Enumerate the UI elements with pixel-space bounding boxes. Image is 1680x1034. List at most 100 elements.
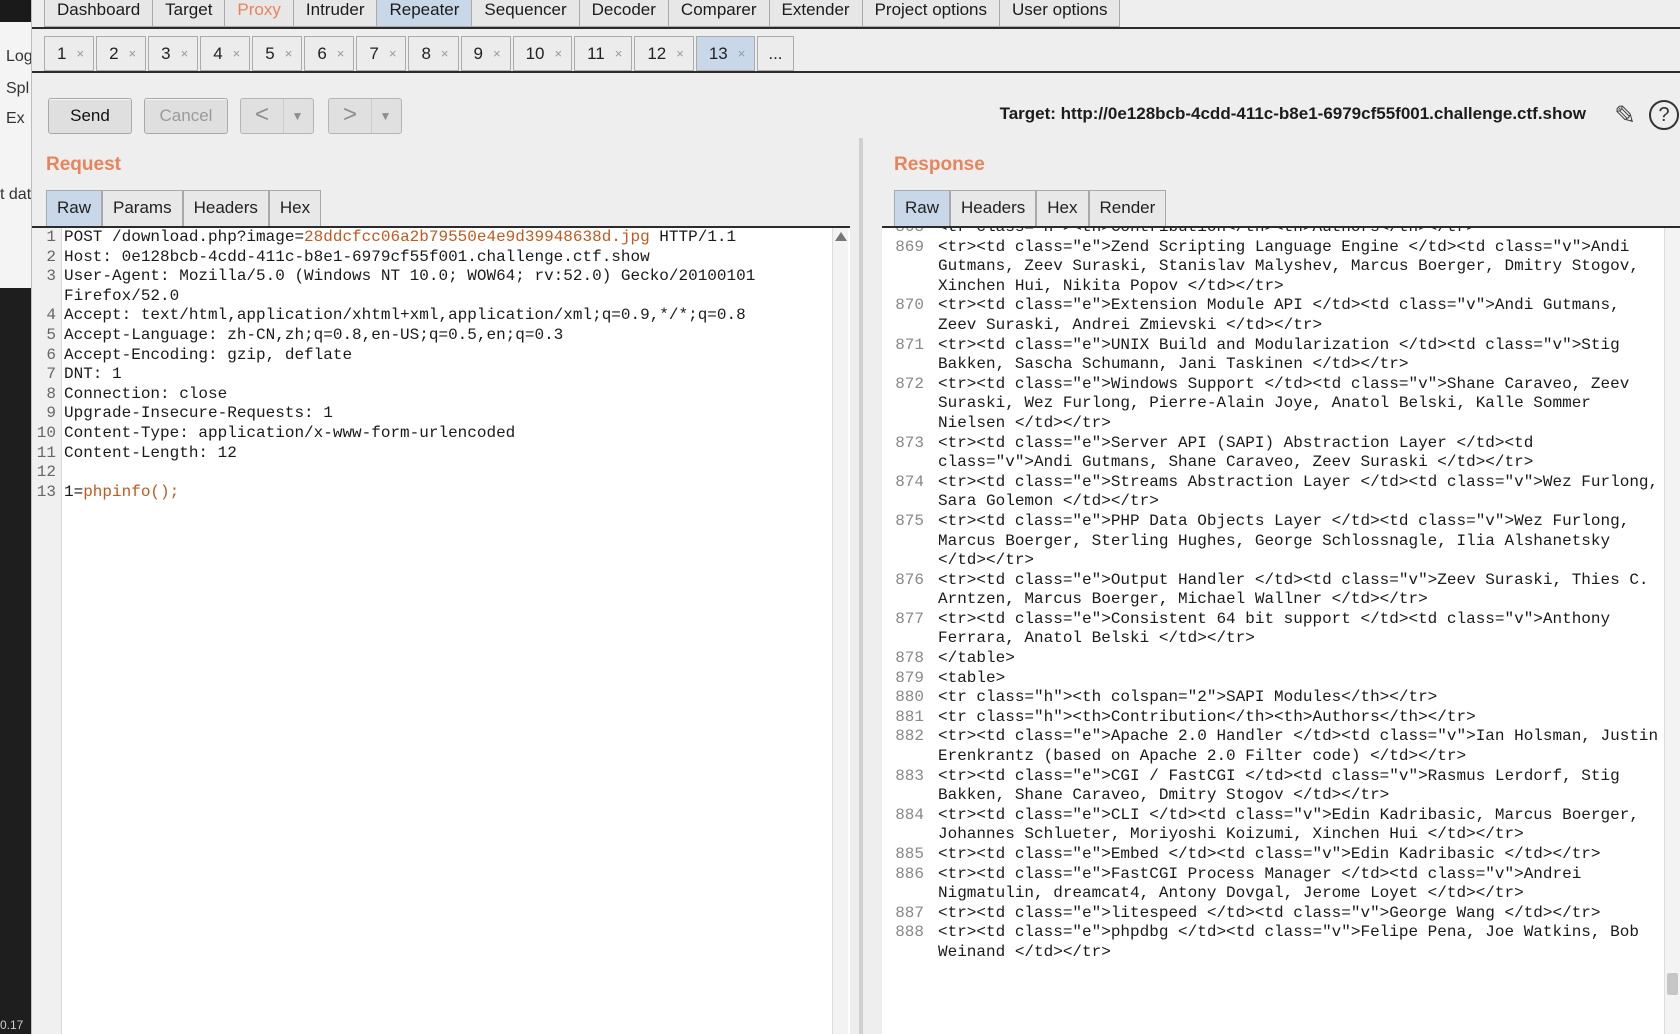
response-text[interactable]: 868<tr class="h"><th>Contribution</th><t… — [882, 228, 1662, 963]
request-editor[interactable]: 1 POST /download.php?image=28ddcfcc06a2b7… — [32, 228, 850, 1034]
request-tab-params[interactable]: Params — [102, 190, 183, 226]
line-text-plain: Accept: text/html,application/xhtml+xml,… — [64, 306, 746, 325]
close-tab-icon[interactable]: × — [615, 37, 623, 70]
repeater-tab-13[interactable]: 13 × — [695, 36, 756, 71]
line-number: 13 — [36, 482, 56, 501]
help-icon[interactable]: ? — [1649, 100, 1679, 130]
response-tab-hex[interactable]: Hex — [1036, 190, 1089, 226]
main-tab-user-options[interactable]: User options — [1000, 0, 1121, 27]
line-text: <tr><td class="e">phpdbg </td><td class=… — [938, 923, 1639, 961]
response-line: 869 <tr><td class="e">Zend Scripting Lang… — [882, 238, 1662, 297]
edit-target-pencil-icon[interactable]: ✎ — [1610, 100, 1640, 130]
main-tab-sequencer[interactable]: Sequencer — [472, 0, 580, 27]
split-pane-divider[interactable] — [859, 138, 863, 1034]
main-tab-comparer[interactable]: Comparer — [668, 0, 770, 27]
line-text-plain: User-Agent: Mozilla/5.0 (Windows NT 10.0… — [64, 267, 756, 286]
close-tab-icon[interactable]: × — [233, 37, 241, 70]
repeater-tab-3[interactable]: 3 × — [148, 36, 199, 71]
line-text-plain: Content-Length: 12 — [64, 443, 237, 462]
burp-app-window: Dashboard Target Proxy Intruder Repeater Sequ… — [32, 0, 1680, 1034]
history-forward-button[interactable]: > ▼ — [328, 98, 402, 134]
more-tabs-button[interactable]: ... — [757, 36, 794, 71]
repeater-tab-1[interactable]: 1 × — [44, 36, 95, 71]
request-text[interactable]: 1 POST /download.php?image=28ddcfcc06a2b7… — [32, 228, 822, 502]
close-tab-icon[interactable]: × — [554, 37, 562, 70]
send-button[interactable]: Send — [48, 98, 132, 134]
repeater-tab-10[interactable]: 10 × — [512, 36, 573, 71]
line-text: <tr class="h"><th>Contribution</th><th>A… — [938, 707, 1476, 726]
response-tab-headers[interactable]: Headers — [950, 190, 1037, 226]
line-number: 873 — [895, 433, 924, 452]
close-tab-icon[interactable]: × — [389, 37, 397, 70]
request-scrollbar[interactable] — [832, 228, 848, 1034]
cancel-button[interactable]: Cancel — [144, 98, 228, 134]
left-dark-region — [0, 288, 31, 1034]
line-number: 872 — [895, 374, 924, 393]
close-tab-icon[interactable]: × — [181, 37, 189, 70]
line-text: <tr class="h"><th colspan="2">SAPI Modul… — [938, 688, 1438, 707]
response-scrollbar[interactable] — [1664, 228, 1680, 1034]
response-line: 868<tr class="h"><th>Contribution</th><t… — [882, 228, 1662, 238]
close-tab-icon[interactable]: × — [738, 37, 746, 70]
main-tab-dashboard[interactable]: Dashboard — [44, 0, 154, 27]
main-tab-intruder[interactable]: Intruder — [293, 0, 378, 27]
main-tab-target[interactable]: Target — [153, 0, 226, 27]
line-text: User-Agent: Mozilla/5.0 (Windows NT 10.0… — [64, 267, 822, 287]
back-arrow-icon: < — [254, 101, 269, 128]
request-tab-raw[interactable]: Raw — [46, 190, 103, 226]
close-tab-icon[interactable]: × — [441, 37, 449, 70]
close-tab-icon[interactable]: × — [129, 37, 137, 70]
repeater-tab-12[interactable]: 12 × — [634, 36, 694, 71]
close-tab-icon[interactable]: × — [337, 37, 345, 70]
line-number: 878 — [895, 649, 924, 668]
line-number: 881 — [895, 707, 924, 726]
history-back-button[interactable]: < ▼ — [240, 98, 314, 134]
repeater-tab-7[interactable]: 7 × — [356, 36, 407, 71]
request-view-tabs: Raw Params Headers Hex — [46, 190, 322, 226]
response-line: 872 <tr><td class="e">Windows Support </t… — [882, 375, 1662, 434]
repeater-tab-5[interactable]: 5 × — [252, 36, 303, 71]
close-tab-icon[interactable]: × — [493, 37, 501, 70]
main-tab-decoder[interactable]: Decoder — [579, 0, 669, 27]
close-tab-icon[interactable]: × — [76, 37, 84, 70]
request-tab-headers[interactable]: Headers — [182, 190, 269, 226]
main-tab-project-options[interactable]: Project options — [862, 0, 1001, 27]
line-number: 870 — [895, 296, 924, 315]
request-line: 12 — [32, 463, 822, 483]
request-line: 9 Upgrade-Insecure-Requests: 1 — [32, 404, 822, 424]
back-dropdown-icon[interactable]: ▼ — [283, 99, 311, 133]
close-tab-icon[interactable]: × — [285, 37, 293, 70]
line-number: 10 — [36, 423, 56, 442]
line-text: <tr><td class="e">litespeed </td><td cla… — [938, 903, 1601, 922]
repeater-tab-2[interactable]: 2 × — [96, 36, 147, 71]
main-tab-extender[interactable]: Extender — [769, 0, 863, 27]
main-tab-proxy[interactable]: Proxy — [225, 0, 294, 27]
scroll-up-arrow-icon[interactable] — [835, 232, 847, 241]
line-text — [64, 463, 822, 483]
line-number: 9 — [46, 404, 56, 423]
response-scroll-thumb[interactable] — [1667, 973, 1678, 995]
response-editor[interactable]: 868<tr class="h"><th>Contribution</th><t… — [882, 228, 1680, 1034]
request-tab-hex[interactable]: Hex — [268, 190, 322, 226]
response-tab-raw[interactable]: Raw — [894, 190, 951, 226]
main-tab-bar: Dashboard Target Proxy Intruder Repeater Sequ… — [44, 0, 1121, 27]
response-line: 877 <tr><td class="e">Consistent 64 bit s… — [882, 610, 1662, 649]
main-tab-repeater[interactable]: Repeater — [377, 0, 473, 27]
forward-dropdown-icon[interactable]: ▼ — [371, 99, 399, 133]
repeater-tab-4[interactable]: 4 × — [200, 36, 251, 71]
request-line: 3 User-Agent: Mozilla/5.0 (Windows NT 10.… — [32, 267, 822, 287]
line-text: <tr><td class="e">Output Handler </td><t… — [938, 570, 1649, 609]
repeater-tab-6[interactable]: 6 × — [304, 36, 355, 71]
request-line: 7 DNT: 1 — [32, 365, 822, 385]
repeater-tab-11[interactable]: 11 × — [574, 36, 633, 71]
line-number: 11 — [36, 443, 56, 462]
repeater-tab-8[interactable]: 8 × — [408, 36, 459, 71]
line-text-plain: Connection: close — [64, 384, 228, 403]
line-text-plain: 1= — [64, 482, 84, 501]
line-number: 876 — [895, 570, 924, 589]
left-background-window: Log Spl Ex t dat 0.17 — [0, 0, 32, 1034]
line-text-plain: Firefox/52.0 — [64, 286, 180, 305]
close-tab-icon[interactable]: × — [676, 37, 684, 70]
repeater-tab-9[interactable]: 9 × — [460, 36, 511, 71]
response-tab-render[interactable]: Render — [1088, 190, 1167, 226]
